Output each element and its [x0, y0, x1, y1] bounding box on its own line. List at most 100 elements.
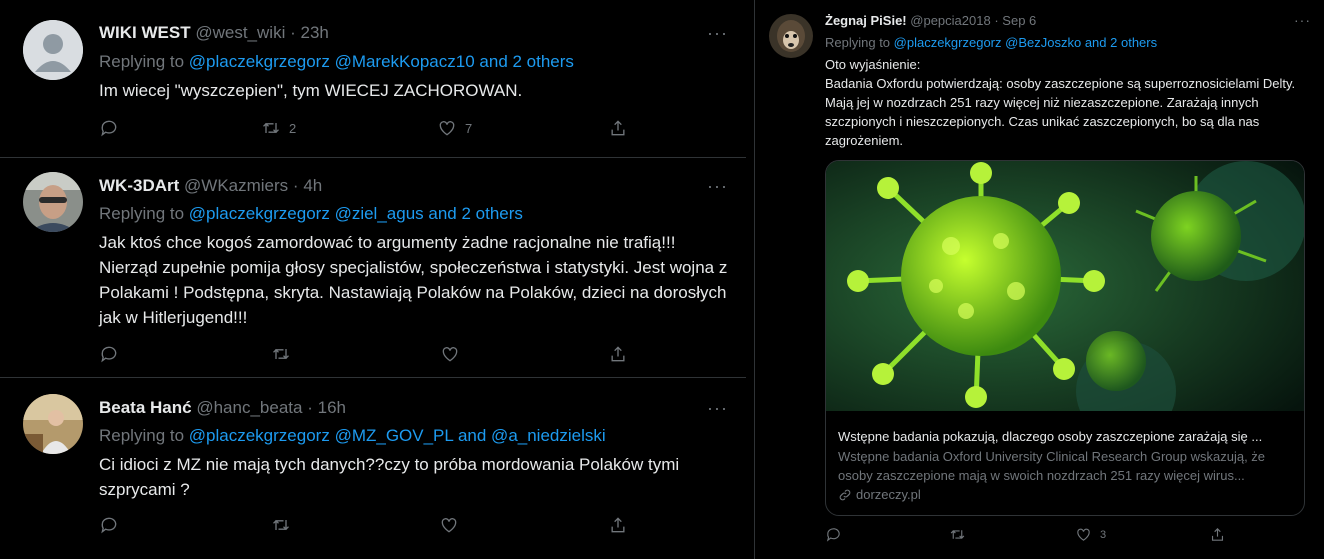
mention-link[interactable]: @BezJoszko [1005, 35, 1081, 50]
share-button[interactable] [608, 515, 628, 535]
replying-to-line: Replying to @placzekgrzegorz @ziel_agus … [99, 204, 523, 224]
like-button[interactable] [439, 515, 459, 535]
reply-button[interactable] [99, 344, 119, 364]
tweet-actions [99, 515, 639, 539]
tweet-wk-3dart[interactable]: WK-3DArt @WKazmiers · 4h ··· Replying to… [0, 158, 746, 376]
share-icon [611, 517, 625, 533]
retweet-button[interactable] [271, 344, 291, 364]
separator-dot: · [290, 23, 296, 42]
display-name[interactable]: Beata Hanć [99, 398, 192, 417]
tweet-text-body: Badania Oxfordu potwierdzają: osoby zasz… [825, 76, 1296, 148]
card-title[interactable]: Wstępne badania pokazują, dlaczego osoby… [838, 429, 1293, 444]
timestamp[interactable]: 4h [303, 176, 322, 195]
more-options-icon[interactable]: ··· [707, 398, 728, 419]
share-button[interactable] [608, 344, 628, 364]
replying-to-label: Replying to [825, 35, 894, 50]
tweet-beata-hanc[interactable]: Beata Hanć @hanc_beata · 16h ··· Replyin… [0, 378, 746, 556]
tweet-text: Im wiecej "wyszczepien", tym WIECEJ ZACH… [99, 81, 523, 100]
mention-link[interactable]: @placzekgrzegorz [894, 35, 1002, 50]
heart-icon [439, 121, 455, 136]
quoted-tweet-panel[interactable]: Żegnaj PiSie! @pepcia2018 · Sep 6 ··· Re… [754, 0, 1324, 559]
tweet-text: Ci idioci z MZ nie mają tych danych??czy… [99, 455, 680, 499]
user-handle[interactable]: @WKazmiers [184, 176, 288, 195]
mention-link[interactable]: @placzekgrzegorz [189, 426, 330, 445]
user-avatar[interactable] [769, 14, 813, 58]
share-button[interactable] [608, 118, 628, 138]
reply-button[interactable] [825, 526, 842, 543]
mention-link[interactable]: @placzekgrzegorz [189, 52, 330, 71]
user-avatar[interactable] [23, 172, 83, 232]
like-button[interactable]: 3 [1075, 526, 1106, 543]
tweet-wiki-west[interactable]: WIKI WEST @west_wiki · 23h ··· Replying … [0, 0, 746, 157]
retweet-icon [950, 530, 965, 539]
tweet-actions: 3 [825, 526, 1305, 546]
retweet-count: 2 [289, 120, 297, 136]
heart-icon [442, 347, 458, 362]
mention-link[interactable]: @ziel_agus [335, 204, 424, 223]
more-options-icon[interactable]: ··· [707, 23, 728, 44]
retweet-icon [273, 519, 289, 531]
user-handle[interactable]: @hanc_beata [196, 398, 302, 417]
tweet-header: WK-3DArt @WKazmiers · 4h [99, 176, 322, 196]
link-preview-card[interactable]: Wstępne badania pokazują, dlaczego osoby… [825, 160, 1305, 516]
share-icon [1211, 528, 1224, 541]
virus-image [826, 161, 1304, 441]
reply-icon [101, 517, 117, 534]
separator-dot: · [307, 398, 313, 417]
reply-thread-panel: WIKI WEST @west_wiki · 23h ··· Replying … [0, 0, 750, 559]
card-description: Wstępne badania Oxford University Clinic… [838, 449, 1266, 483]
display-name[interactable]: WIKI WEST [99, 23, 191, 42]
card-domain-text: dorzeczy.pl [856, 487, 921, 502]
tweet-text: Oto wyjaśnienie: Badania Oxfordu potwier… [825, 55, 1310, 150]
timestamp[interactable]: 23h [300, 23, 328, 42]
share-button[interactable] [1209, 526, 1226, 543]
tweet-header: WIKI WEST @west_wiki · 23h [99, 23, 329, 43]
share-icon [611, 346, 625, 362]
retweet-button[interactable] [271, 515, 291, 535]
others-link[interactable]: and 2 others [1085, 35, 1157, 50]
others-link[interactable]: and @a_niedzielski [458, 426, 606, 445]
reply-icon [826, 528, 840, 542]
more-options-icon[interactable]: ··· [1294, 12, 1311, 28]
replying-to-line: Replying to @placzekgrzegorz @BezJoszko … [825, 35, 1157, 50]
user-avatar[interactable] [23, 394, 83, 454]
like-count: 7 [465, 120, 473, 136]
display-name[interactable]: WK-3DArt [99, 176, 179, 195]
tweet-actions: 2 7 [99, 118, 639, 142]
tweet-header: Żegnaj PiSie! @pepcia2018 · Sep 6 [825, 13, 1036, 28]
like-count: 3 [1100, 528, 1107, 541]
display-name[interactable]: Żegnaj PiSie! [825, 13, 907, 28]
reply-icon [101, 346, 117, 363]
card-domain[interactable]: dorzeczy.pl [838, 487, 921, 502]
tweet-text-intro: Oto wyjaśnienie: [825, 57, 921, 72]
retweet-icon [273, 348, 289, 360]
retweet-button[interactable] [949, 526, 966, 543]
link-icon [839, 489, 851, 500]
mention-link[interactable]: @MarekKopacz10 [335, 52, 475, 71]
reply-icon [101, 120, 117, 137]
timestamp[interactable]: Sep 6 [1002, 13, 1036, 28]
timestamp[interactable]: 16h [318, 398, 346, 417]
heart-icon [441, 518, 457, 533]
replying-to-label: Replying to [99, 204, 189, 223]
reply-button[interactable] [99, 118, 119, 138]
tweet-actions [99, 344, 639, 368]
others-link[interactable]: and 2 others [479, 52, 574, 71]
tweet-text: Jak ktoś chce kogoś zamordować to argume… [99, 233, 728, 327]
mention-link[interactable]: @placzekgrzegorz [189, 204, 330, 223]
replying-to-line: Replying to @placzekgrzegorz @MZ_GOV_PL … [99, 426, 606, 446]
default-avatar-icon[interactable] [23, 20, 83, 80]
like-button[interactable] [440, 344, 460, 364]
mention-link[interactable]: @MZ_GOV_PL [335, 426, 454, 445]
heart-icon [1077, 528, 1090, 541]
user-handle[interactable]: @pepcia2018 [910, 13, 990, 28]
retweet-button[interactable]: 2 [261, 118, 296, 138]
others-link[interactable]: and 2 others [428, 204, 523, 223]
replying-to-line: Replying to @placzekgrzegorz @MarekKopac… [99, 52, 574, 72]
reply-button[interactable] [99, 515, 119, 535]
more-options-icon[interactable]: ··· [707, 176, 728, 197]
like-button[interactable]: 7 [437, 118, 472, 138]
share-icon [611, 120, 625, 136]
user-handle[interactable]: @west_wiki [195, 23, 285, 42]
tweet-header: Beata Hanć @hanc_beata · 16h [99, 398, 346, 418]
